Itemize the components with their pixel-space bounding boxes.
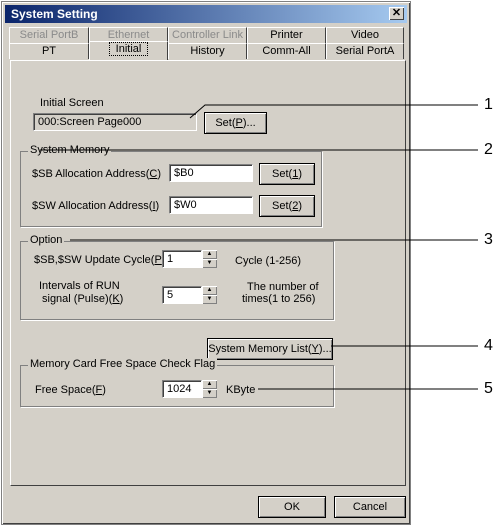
callout-number-2: 2 <box>484 141 493 158</box>
callout-number-1: 1 <box>484 96 493 113</box>
callout-line-1 <box>189 104 478 119</box>
callout-lines <box>40 104 478 390</box>
callout-number-5: 5 <box>484 380 493 397</box>
callout-number-4: 4 <box>484 337 493 354</box>
callout-number-3: 3 <box>484 231 493 248</box>
